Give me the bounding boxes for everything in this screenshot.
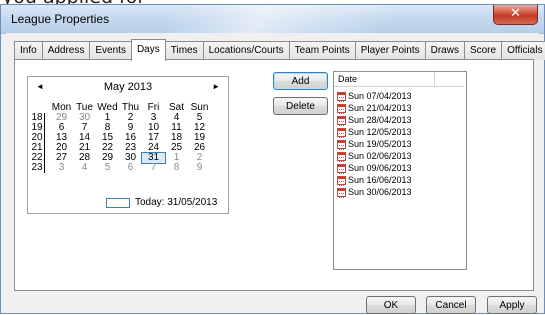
list-item[interactable]: Sun 21/04/2013 bbox=[337, 102, 412, 114]
calendar-icon bbox=[337, 175, 346, 186]
tab-times[interactable]: Times bbox=[164, 41, 204, 60]
date-list[interactable]: Date Sun 07/04/2013 Sun 21/04/2013 Sun 2… bbox=[333, 71, 467, 270]
dialog-body: Info Address Events Days Times Locations… bbox=[6, 33, 545, 314]
date-text: Sun 19/05/2013 bbox=[348, 139, 412, 149]
date-list-items: Sun 07/04/2013 Sun 21/04/2013 Sun 28/04/… bbox=[337, 90, 412, 198]
list-item[interactable]: Sun 19/05/2013 bbox=[337, 138, 412, 150]
tab-team-points[interactable]: Team Points bbox=[288, 41, 356, 60]
date-text: Sun 02/06/2013 bbox=[348, 151, 412, 161]
date-text: Sun 28/04/2013 bbox=[348, 115, 412, 125]
today-link[interactable]: Today: 31/05/2013 bbox=[106, 197, 217, 208]
cancel-button[interactable]: Cancel bbox=[426, 296, 476, 314]
tab-events[interactable]: Events bbox=[89, 41, 132, 60]
calendar-day[interactable]: 8 bbox=[165, 163, 188, 173]
tab-locations-courts[interactable]: Locations/Courts bbox=[202, 41, 290, 60]
list-item[interactable]: Sun 12/05/2013 bbox=[337, 126, 412, 138]
date-text: Sun 21/04/2013 bbox=[348, 103, 412, 113]
delete-button[interactable]: Delete bbox=[273, 97, 328, 115]
list-item[interactable]: Sun 28/04/2013 bbox=[337, 114, 412, 126]
month-calendar: ◄ May 2013 ► Mon Tue Wed Thu Fri Sat Sun… bbox=[27, 76, 229, 214]
list-item[interactable]: Sun 09/06/2013 bbox=[337, 162, 412, 174]
calendar-icon bbox=[337, 127, 346, 138]
apply-button[interactable]: Apply bbox=[487, 296, 537, 314]
calendar-day[interactable]: 7 bbox=[142, 163, 165, 173]
calendar-icon bbox=[337, 151, 346, 162]
calendar-icon bbox=[337, 163, 346, 174]
add-button[interactable]: Add bbox=[273, 72, 328, 90]
close-button[interactable]: ✕ bbox=[493, 5, 538, 25]
date-text: Sun 16/06/2013 bbox=[348, 175, 412, 185]
ok-button[interactable]: OK bbox=[366, 296, 416, 314]
list-item[interactable]: Sun 02/06/2013 bbox=[337, 150, 412, 162]
tab-officials[interactable]: Officials bbox=[501, 41, 545, 60]
calendar-day[interactable]: 6 bbox=[119, 163, 142, 173]
window-title: League Properties bbox=[11, 12, 110, 26]
league-properties-dialog: League Properties ✕ Info Address Events … bbox=[0, 4, 545, 314]
list-item[interactable]: Sun 16/06/2013 bbox=[337, 174, 412, 186]
tab-info[interactable]: Info bbox=[14, 41, 43, 60]
tab-strip: Info Address Events Days Times Locations… bbox=[14, 39, 545, 61]
calendar-icon bbox=[337, 91, 346, 102]
date-text: Sun 12/05/2013 bbox=[348, 127, 412, 137]
close-icon: ✕ bbox=[510, 6, 521, 21]
date-text: Sun 07/04/2013 bbox=[348, 91, 412, 101]
calendar-day[interactable]: 9 bbox=[188, 163, 211, 173]
tab-address[interactable]: Address bbox=[41, 41, 91, 60]
tab-score[interactable]: Score bbox=[463, 41, 503, 60]
title-bar[interactable]: League Properties ✕ bbox=[1, 5, 544, 34]
date-column-header[interactable]: Date bbox=[334, 72, 464, 87]
week-number: 23 bbox=[31, 162, 43, 173]
days-tab-panel: ◄ May 2013 ► Mon Tue Wed Thu Fri Sat Sun… bbox=[14, 59, 534, 291]
calendar-month-label[interactable]: May 2013 bbox=[28, 81, 228, 93]
date-text: Sun 30/06/2013 bbox=[348, 187, 412, 197]
date-text: Sun 09/06/2013 bbox=[348, 163, 412, 173]
calendar-day-grid: 29 30 1 2 3 4 5 6 7 8 9 10 11 12 13 14 1… bbox=[50, 113, 211, 173]
calendar-icon bbox=[337, 139, 346, 150]
calendar-week-row: 3 4 5 6 7 8 9 bbox=[50, 163, 211, 173]
calendar-icon bbox=[337, 187, 346, 198]
tab-player-points[interactable]: Player Points bbox=[354, 41, 426, 60]
today-label: Today: 31/05/2013 bbox=[135, 197, 218, 208]
list-item[interactable]: Sun 07/04/2013 bbox=[337, 90, 412, 102]
calendar-icon bbox=[337, 103, 346, 114]
list-item[interactable]: Sun 30/06/2013 bbox=[337, 186, 412, 198]
calendar-day[interactable]: 3 bbox=[50, 163, 73, 173]
tab-draws[interactable]: Draws bbox=[424, 41, 465, 60]
tab-days[interactable]: Days bbox=[130, 39, 166, 61]
week-number-column: 18 19 20 21 22 23 bbox=[30, 113, 45, 173]
calendar-day[interactable]: 4 bbox=[73, 163, 96, 173]
calendar-day[interactable]: 5 bbox=[96, 163, 119, 173]
calendar-icon bbox=[337, 115, 346, 126]
title-bar-glass bbox=[162, 5, 400, 33]
next-month-icon[interactable]: ► bbox=[212, 82, 220, 91]
today-marker-icon bbox=[106, 197, 130, 208]
